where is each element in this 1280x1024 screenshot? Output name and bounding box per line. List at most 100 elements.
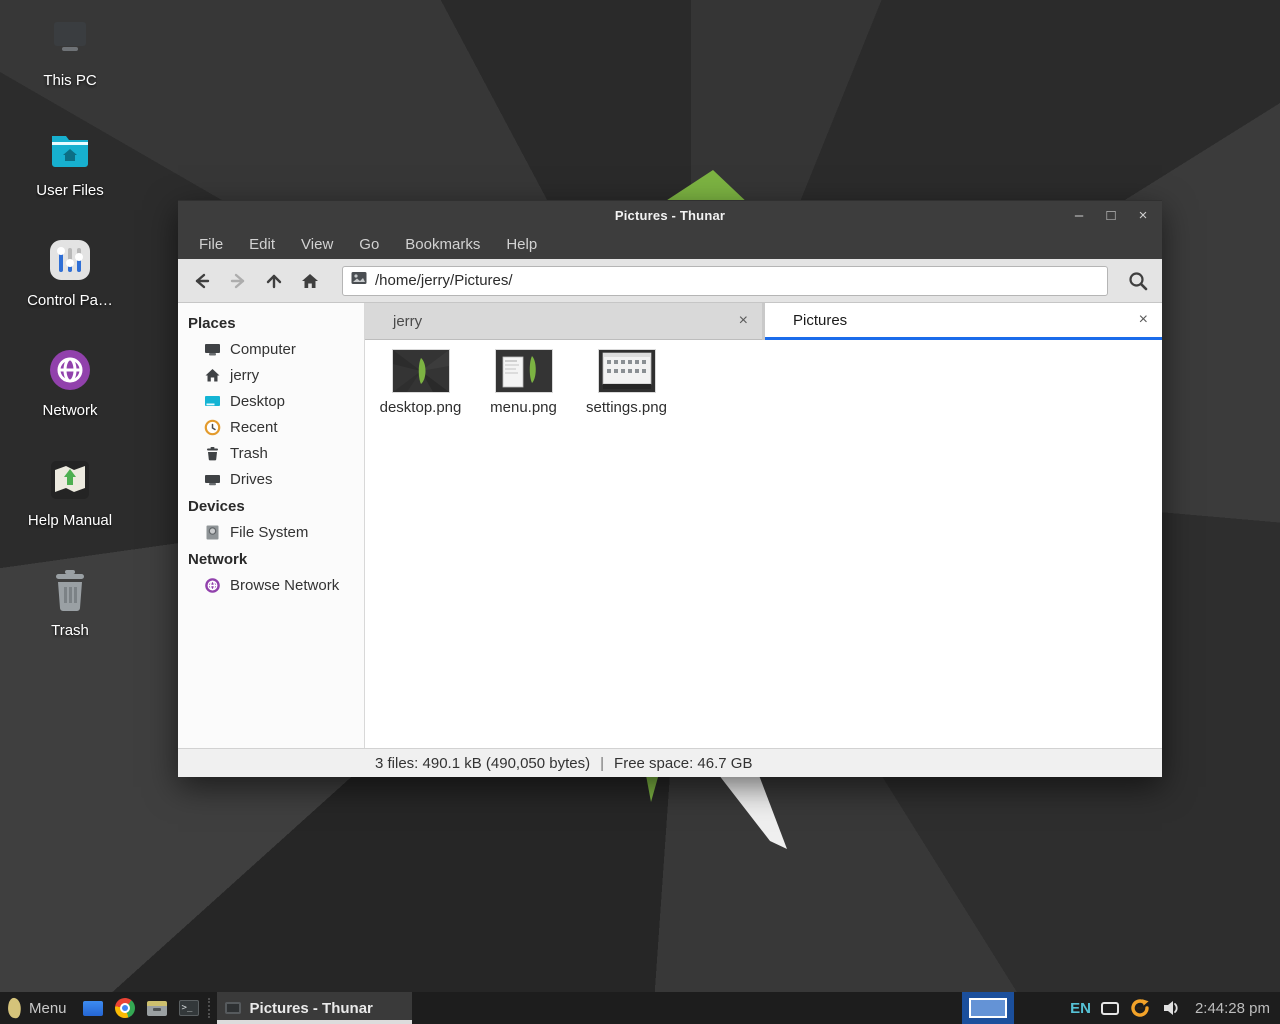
workspace-switcher[interactable] — [962, 992, 1014, 1024]
keyboard-layout-indicator[interactable]: EN — [1070, 1000, 1091, 1017]
globe-icon — [204, 577, 221, 594]
sidebar-item-label: Drives — [230, 471, 273, 488]
desktop-icon-control-panel[interactable]: Control Pa… — [10, 236, 130, 346]
tab-jerry[interactable]: jerry × — [365, 303, 762, 340]
terminal-launcher[interactable]: >_ — [173, 992, 205, 1024]
sidebar-header-network: Network — [178, 545, 364, 572]
status-separator: | — [600, 755, 604, 772]
file-desktop-png[interactable]: desktop.png — [369, 350, 472, 416]
image-thumbnail — [599, 350, 655, 392]
clock-icon — [204, 419, 221, 436]
archive-launcher[interactable] — [141, 992, 173, 1024]
desktop-icon-network[interactable]: Network — [10, 346, 130, 456]
sidebar-item-drives[interactable]: Drives — [178, 466, 364, 492]
terminal-icon: >_ — [179, 1000, 199, 1016]
archive-box-icon — [147, 1001, 167, 1016]
window-controls: – □ × — [1070, 201, 1152, 231]
home-button[interactable] — [294, 265, 326, 297]
taskbar-window-label: Pictures - Thunar — [250, 1000, 373, 1017]
sidebar-item-label: Desktop — [230, 393, 285, 410]
window-main: Places Computer jerry Desktop — [178, 303, 1162, 748]
chrome-launcher[interactable] — [109, 992, 141, 1024]
path-input[interactable]: /home/jerry/Pictures/ — [375, 272, 513, 289]
desktop-icon-user-files[interactable]: User Files — [10, 126, 130, 236]
menu-help[interactable]: Help — [495, 233, 548, 256]
up-button[interactable] — [258, 265, 290, 297]
taskbar-left: Menu >_ Pictures - Thunar — [0, 992, 412, 1024]
sidebar-item-trash[interactable]: Trash — [178, 440, 364, 466]
computer-icon — [204, 341, 221, 358]
trash-icon — [204, 445, 221, 462]
harddisk-icon — [204, 524, 221, 541]
taskbar-clock[interactable]: 2:44:28 pm — [1191, 1000, 1274, 1017]
menu-edit[interactable]: Edit — [238, 233, 286, 256]
back-button[interactable] — [186, 265, 218, 297]
desktop-icon-label: Control Pa… — [27, 292, 113, 309]
menu-bookmarks[interactable]: Bookmarks — [394, 233, 491, 256]
volume-icon[interactable] — [1161, 998, 1181, 1018]
display-tray-icon[interactable] — [1101, 1002, 1119, 1015]
tab-close-icon[interactable]: × — [1139, 311, 1148, 329]
folder-home-icon — [46, 126, 94, 174]
file-menu-png[interactable]: menu.png — [472, 350, 575, 416]
trash-icon — [46, 566, 94, 614]
search-icon[interactable] — [1122, 265, 1154, 297]
sidebar-item-home-jerry[interactable]: jerry — [178, 362, 364, 388]
sidebar-item-computer[interactable]: Computer — [178, 336, 364, 362]
file-settings-png[interactable]: settings.png — [575, 350, 678, 416]
active-window-indicator — [217, 1020, 412, 1024]
network-globe-icon — [46, 346, 94, 394]
desktop-icon-label: Network — [42, 402, 97, 419]
update-manager-icon[interactable] — [1129, 997, 1151, 1019]
file-manager-launcher[interactable] — [77, 992, 109, 1024]
help-manual-icon — [46, 456, 94, 504]
sidebar-item-recent[interactable]: Recent — [178, 414, 364, 440]
desktop-icon-trash[interactable]: Trash — [10, 566, 130, 676]
menu-bar: File Edit View Go Bookmarks Help — [178, 230, 1162, 259]
sidebar-header-devices: Devices — [178, 492, 364, 519]
menu-file[interactable]: File — [188, 233, 234, 256]
drive-icon — [204, 471, 221, 488]
close-button[interactable]: × — [1134, 201, 1152, 231]
desktop-icon-this-pc[interactable]: This PC — [10, 16, 130, 126]
sidebar-header-places: Places — [178, 309, 364, 336]
taskbar-separator — [208, 998, 214, 1018]
menu-go[interactable]: Go — [348, 233, 390, 256]
file-pane: jerry × Pictures × — [365, 303, 1162, 748]
sidebar-item-desktop[interactable]: Desktop — [178, 388, 364, 414]
desktop-icon-label: Help Manual — [28, 512, 112, 529]
taskbar-window-button[interactable]: Pictures - Thunar — [217, 992, 412, 1024]
file-name: menu.png — [490, 399, 557, 416]
tab-label: Pictures — [793, 312, 847, 329]
status-bar: 3 files: 490.1 kB (490,050 bytes) | Free… — [178, 748, 1162, 777]
desktop-icon-help-manual[interactable]: Help Manual — [10, 456, 130, 566]
start-menu-button[interactable]: Menu — [0, 992, 77, 1024]
sidebar-item-label: Trash — [230, 445, 268, 462]
toolbar: /home/jerry/Pictures/ — [178, 259, 1162, 303]
sidebar: Places Computer jerry Desktop — [178, 303, 365, 748]
sidebar-item-label: Computer — [230, 341, 296, 358]
sidebar-item-file-system[interactable]: File System — [178, 519, 364, 545]
image-thumbnail — [393, 350, 449, 392]
path-bar[interactable]: /home/jerry/Pictures/ — [342, 266, 1108, 296]
taskbar-tray: EN 2:44:28 pm — [962, 992, 1280, 1024]
window-titlebar[interactable]: Pictures - Thunar – □ × — [178, 200, 1162, 230]
file-grid[interactable]: desktop.png menu.p — [365, 340, 1162, 748]
maximize-button[interactable]: □ — [1102, 201, 1120, 231]
sidebar-item-browse-network[interactable]: Browse Network — [178, 572, 364, 598]
desktop-icon-list: This PC User Files — [10, 16, 130, 676]
sidebar-item-label: File System — [230, 524, 308, 541]
status-free-space: Free space: 46.7 GB — [614, 755, 752, 772]
forward-button[interactable] — [222, 265, 254, 297]
tab-label: jerry — [393, 313, 422, 330]
window-title: Pictures - Thunar — [178, 208, 1162, 223]
control-panel-icon — [46, 236, 94, 284]
sidebar-item-label: Recent — [230, 419, 278, 436]
menu-view[interactable]: View — [290, 233, 344, 256]
tab-pictures[interactable]: Pictures × — [765, 303, 1162, 340]
file-name: desktop.png — [380, 399, 462, 416]
home-icon — [204, 367, 221, 384]
thunar-window: Pictures - Thunar – □ × File Edit View G… — [178, 200, 1162, 777]
tab-close-icon[interactable]: × — [739, 312, 748, 330]
minimize-button[interactable]: – — [1070, 201, 1088, 231]
